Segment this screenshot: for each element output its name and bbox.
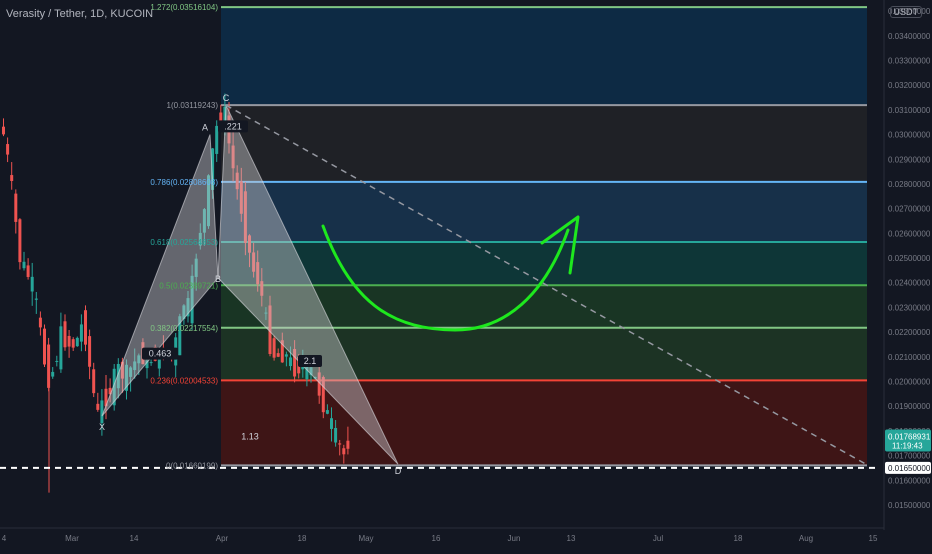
time-tick-label: 16: [432, 534, 441, 543]
time-tick-label: Jun: [508, 534, 521, 543]
time-tick-label: Jul: [653, 534, 663, 543]
pattern-ratio-label: .221: [224, 121, 242, 131]
candle-body: [14, 193, 18, 222]
time-tick-label: 18: [298, 534, 307, 543]
time-tick-label: 13: [567, 534, 576, 543]
candle-body: [59, 326, 63, 370]
candle-body: [38, 317, 42, 328]
price-tick-label: 0.03000000: [888, 131, 931, 140]
candle-body: [100, 400, 104, 424]
candle-body: [149, 362, 153, 364]
candle-body: [325, 410, 329, 414]
price-tick-label: 0.03400000: [888, 32, 931, 41]
fib-level-label: 0.5(0.02389721): [159, 281, 218, 290]
time-tick-label: Apr: [216, 534, 229, 543]
candle-body: [346, 440, 350, 449]
candle-body: [96, 403, 100, 410]
price-tick-label: 0.02100000: [888, 353, 931, 362]
time-tick-label: 4: [2, 534, 7, 543]
candle-body: [215, 125, 219, 154]
price-chart[interactable]: XABCD0.463.2212.11.13 1.272(0.03516104)1…: [0, 0, 932, 550]
candle-body: [63, 321, 67, 348]
price-tick-label: 0.03100000: [888, 106, 931, 115]
pattern-ratio-label: 1.13: [241, 431, 259, 441]
candle-body: [272, 338, 276, 358]
symbol-title: Verasity / Tether, 1D, KUCOIN: [6, 8, 154, 20]
candle-body: [2, 126, 5, 135]
candle-body: [338, 443, 342, 445]
price-tick-label: 0.02200000: [888, 328, 931, 337]
candle-body: [342, 448, 346, 455]
time-tick-label: Aug: [799, 534, 813, 543]
time-tick-label: 14: [130, 534, 139, 543]
candle-body: [330, 418, 333, 429]
price-tick-label: 0.01900000: [888, 402, 931, 411]
candle-body: [55, 360, 59, 362]
price-axis[interactable]: 0.015000000.016000000.017000000.01800000…: [883, 0, 932, 550]
candle-body: [67, 335, 71, 347]
fib-zone: [221, 181, 867, 243]
candle-body: [43, 328, 46, 365]
candle-body: [88, 336, 92, 367]
last-price-value: 0.01768931: [888, 433, 931, 442]
pattern-ratio-label: 2.1: [304, 356, 317, 366]
candle-body: [334, 427, 338, 443]
price-tick-label: 0.02600000: [888, 229, 931, 238]
fib-level-label: 1(0.03119243): [167, 101, 219, 110]
price-tick-label: 0.02500000: [888, 254, 931, 263]
candle-body: [6, 144, 10, 155]
price-tick-label: 0.02800000: [888, 180, 931, 189]
line-price-value: 0.01650000: [888, 464, 931, 473]
candle-body: [18, 219, 22, 263]
candle-body: [276, 353, 280, 357]
price-tick-label: 0.03300000: [888, 56, 931, 65]
chart-area[interactable]: X A B C D 0.463.221 2.1 1.13 1.272(0.03516104) 1…: [0, 0, 932, 550]
price-tick-label: 0.01700000: [888, 452, 931, 461]
price-tick-label: 0.02300000: [888, 303, 931, 312]
fib-level-label: 0.236(0.02004533): [150, 376, 218, 385]
price-tick-label: 0.02000000: [888, 377, 931, 386]
candle-body: [34, 298, 38, 300]
candle-body: [75, 337, 79, 347]
candle-body: [289, 357, 292, 367]
pattern-point-label: X: [99, 422, 105, 432]
candle-body: [51, 371, 55, 377]
fib-zones: [221, 7, 867, 466]
candle-body: [10, 175, 14, 181]
time-tick-label: May: [358, 534, 373, 543]
pattern-point-label: A: [202, 123, 208, 133]
fib-level-label: 0.618(0.02564853): [150, 238, 218, 247]
price-tick-label: 0.02700000: [888, 205, 931, 214]
time-tick-label: 18: [734, 534, 743, 543]
pattern-point-label: C: [223, 93, 230, 103]
candle-body: [30, 276, 34, 292]
candle-body: [84, 310, 87, 345]
fib-zone: [221, 7, 867, 106]
bar-countdown: 11:19:43: [892, 442, 923, 451]
candle-body: [71, 339, 75, 348]
price-tick-label: 0.02900000: [888, 155, 931, 164]
fib-level-label: 0.786(0.02808608): [150, 178, 218, 187]
candle-body: [92, 369, 96, 394]
fib-level-label: 1.272(0.03516104): [150, 3, 218, 12]
candle-body: [284, 354, 288, 357]
candle-body: [26, 265, 30, 277]
time-tick-label: 15: [869, 534, 878, 543]
fib-level-label: 0(0.01660199): [166, 461, 218, 470]
price-tick-label: 0.01500000: [888, 501, 931, 510]
candle-body: [79, 324, 83, 342]
fib-zone: [221, 105, 867, 182]
price-tick-label: 0.02400000: [888, 279, 931, 288]
fib-level-label: 0.382(0.02217554): [150, 324, 218, 333]
price-tick-label: 0.01600000: [888, 476, 931, 485]
currency-badge[interactable]: USDT: [889, 6, 922, 18]
pattern-ratio-label: 0.463: [149, 349, 172, 359]
price-tick-label: 0.03200000: [888, 81, 931, 90]
candle-body: [22, 261, 26, 269]
candle-body: [219, 112, 223, 122]
time-tick-label: Mar: [65, 534, 79, 543]
